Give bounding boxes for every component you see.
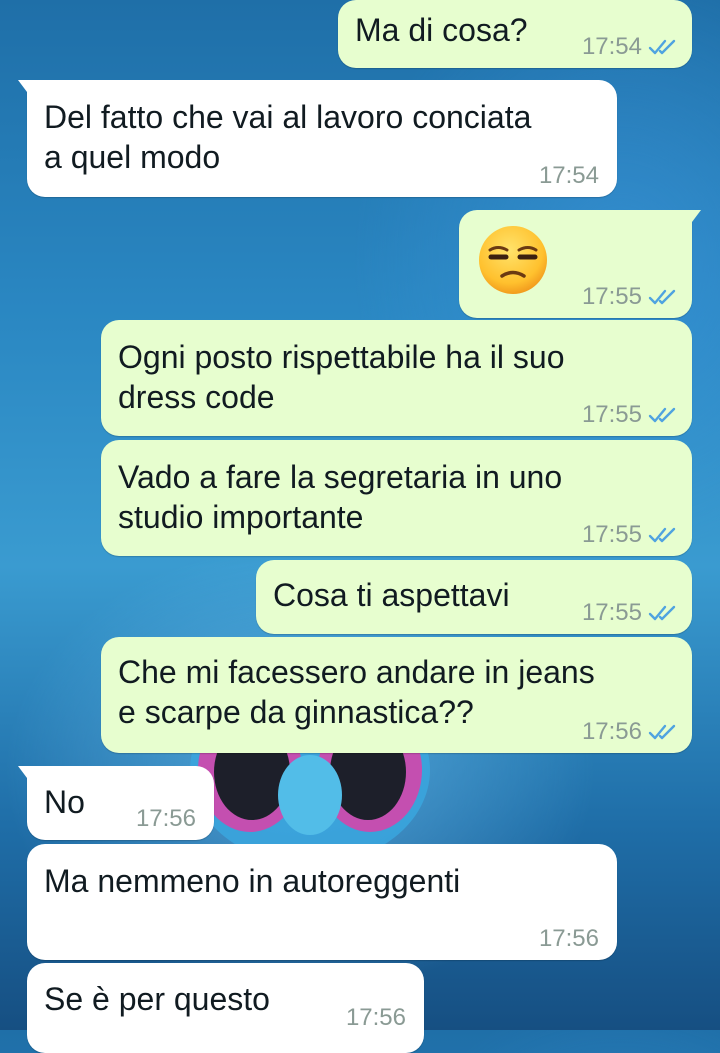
message-meta: 17:55 bbox=[582, 283, 678, 311]
double-check-read-icon bbox=[648, 527, 676, 543]
message-text: Ma nemmeno in autoreggenti bbox=[44, 863, 461, 899]
message-meta: 17:54 bbox=[539, 162, 599, 190]
message-meta: 17:56 bbox=[539, 925, 599, 953]
message-text: Del fatto che vai al lavoro conciata a q… bbox=[44, 99, 532, 175]
message-time: 17:55 bbox=[581, 401, 642, 428]
message-time: 17:56 bbox=[345, 1004, 406, 1031]
unamused-face-emoji bbox=[479, 226, 547, 294]
message-time: 17:55 bbox=[581, 283, 642, 310]
message-time: 17:56 bbox=[538, 925, 599, 952]
message-meta: 17:55 bbox=[582, 401, 678, 429]
message-text: Se è per questo bbox=[44, 981, 270, 1017]
double-check-read-icon bbox=[648, 39, 676, 55]
double-check-read-icon bbox=[648, 605, 676, 621]
chat-message-list[interactable]: Ma di cosa? 17:54 Del fatto che vai al l… bbox=[0, 0, 720, 1053]
message-time: 17:54 bbox=[538, 162, 599, 189]
double-check-read-icon bbox=[648, 289, 676, 305]
double-check-read-icon bbox=[648, 407, 676, 423]
message-meta: 17:56 bbox=[582, 718, 678, 746]
message-incoming[interactable]: No 17:56 bbox=[18, 766, 214, 840]
message-outgoing[interactable]: Ogni posto rispettabile ha il suo dress … bbox=[101, 320, 692, 436]
message-time: 17:54 bbox=[581, 33, 642, 60]
message-time: 17:56 bbox=[581, 718, 642, 745]
message-outgoing[interactable]: Vado a fare la segretaria in uno studio … bbox=[101, 440, 692, 556]
message-incoming[interactable]: Se è per questo 17:56 bbox=[27, 963, 424, 1053]
message-text: No bbox=[44, 784, 85, 820]
message-text: Ma di cosa? bbox=[355, 12, 528, 48]
message-time: 17:55 bbox=[581, 521, 642, 548]
message-outgoing[interactable]: Ma di cosa? 17:54 bbox=[338, 0, 692, 68]
message-time: 17:55 bbox=[581, 599, 642, 626]
message-meta: 17:56 bbox=[346, 1004, 406, 1032]
message-time: 17:56 bbox=[135, 805, 196, 832]
message-incoming[interactable]: Del fatto che vai al lavoro conciata a q… bbox=[18, 80, 617, 197]
message-text: Ogni posto rispettabile ha il suo dress … bbox=[118, 339, 565, 415]
message-outgoing[interactable]: Che mi facessero andare in jeans e scarp… bbox=[101, 637, 692, 753]
message-text: Vado a fare la segretaria in uno studio … bbox=[118, 459, 563, 535]
message-text: Che mi facessero andare in jeans e scarp… bbox=[118, 654, 595, 730]
double-check-read-icon bbox=[648, 724, 676, 740]
message-outgoing[interactable]: Cosa ti aspettavi 17:55 bbox=[256, 560, 692, 634]
message-meta: 17:55 bbox=[582, 521, 678, 549]
message-meta: 17:55 bbox=[582, 599, 678, 627]
message-outgoing-emoji[interactable]: 17:55 bbox=[459, 210, 701, 318]
message-incoming[interactable]: Ma nemmeno in autoreggenti 17:56 bbox=[27, 844, 617, 960]
message-meta: 17:56 bbox=[136, 805, 196, 833]
message-meta: 17:54 bbox=[582, 33, 678, 61]
message-text: Cosa ti aspettavi bbox=[273, 577, 510, 613]
